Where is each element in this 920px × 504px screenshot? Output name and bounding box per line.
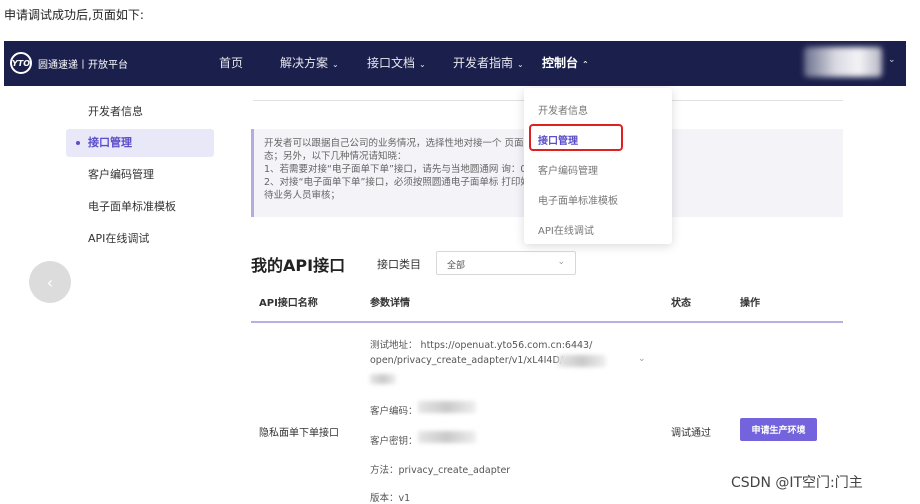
page-title: 我的API接口 xyxy=(251,256,346,275)
customer-secret-label: 客户密钥： xyxy=(370,436,418,447)
caption-text: 申请调试成功后,页面如下: xyxy=(4,8,144,22)
nav-api-docs[interactable]: 接口文档 ⌄ xyxy=(367,54,426,71)
category-label: 接口类目 xyxy=(377,258,421,271)
avatar[interactable] xyxy=(804,47,882,77)
header-params: 参数详情 xyxy=(370,298,410,309)
highlight-box xyxy=(529,124,623,151)
sidebar-item-api-management[interactable]: 接口管理 xyxy=(66,129,214,157)
header-action: 操作 xyxy=(740,298,760,309)
chevron-down-icon: ⌄ xyxy=(557,257,565,267)
logo[interactable]: YTO 圆通速递丨开放平台 xyxy=(10,52,128,74)
dropdown-item-customer-code[interactable]: 客户编码管理 xyxy=(538,162,598,177)
dropdown-item-developer-info[interactable]: 开发者信息 xyxy=(538,102,588,117)
redacted-value xyxy=(370,374,396,384)
nav-solutions[interactable]: 解决方案 ⌄ xyxy=(280,54,339,71)
dropdown-item-api-debug[interactable]: API在线调试 xyxy=(538,222,594,237)
chevron-down-icon[interactable]: ⌄ xyxy=(888,55,896,65)
chevron-down-icon: ⌄ xyxy=(419,60,426,69)
logo-text: 圆通速递丨开放平台 xyxy=(38,59,128,71)
sidebar-item-developer-info[interactable]: 开发者信息 xyxy=(66,98,214,126)
redacted-value xyxy=(558,355,606,367)
table-header-divider xyxy=(251,321,843,323)
nav-dev-guide[interactable]: 开发者指南 ⌄ xyxy=(453,54,524,71)
sidebar-item-customer-code[interactable]: 客户编码管理 xyxy=(66,161,214,189)
watermark: CSDN @IT空门:门主 xyxy=(731,475,863,491)
redacted-value xyxy=(418,401,476,413)
sidebar: 开发者信息 接口管理 客户编码管理 电子面单标准模板 API在线调试 xyxy=(60,86,220,500)
apply-production-button[interactable]: 申请生产环境 xyxy=(740,418,817,441)
chevron-up-icon: ⌃ xyxy=(582,60,589,69)
api-name-cell: 隐私面单下单接口 xyxy=(259,428,339,439)
category-select[interactable]: 全部 ⌄ xyxy=(436,251,576,275)
dropdown-item-waybill-template[interactable]: 电子面单标准模板 xyxy=(538,192,618,207)
nav-console[interactable]: 控制台 ⌃ xyxy=(542,54,589,71)
test-url-path: open/privacy_create_adapter/v1/xL4I4D/ xyxy=(370,355,563,366)
header-api-name: API接口名称 xyxy=(259,298,318,309)
test-url-line: 测试地址： https://openuat.yto56.com.cn:6443/ xyxy=(370,340,593,351)
active-dot-icon xyxy=(76,141,80,145)
category-select-value: 全部 xyxy=(447,261,466,271)
scroll-left-button[interactable]: ‹ xyxy=(29,261,71,303)
console-dropdown-menu: 开发者信息 接口管理 客户编码管理 电子面单标准模板 API在线调试 xyxy=(524,88,672,244)
header-status: 状态 xyxy=(671,298,691,309)
chevron-down-icon: ⌄ xyxy=(517,60,524,69)
status-text: 调试通过 xyxy=(671,428,711,439)
sidebar-item-waybill-template[interactable]: 电子面单标准模板 xyxy=(66,193,214,221)
yto-logo-icon: YTO xyxy=(10,52,32,74)
chevron-down-icon: ⌄ xyxy=(332,60,339,69)
customer-code-label: 客户编码： xyxy=(370,406,418,417)
chevron-left-icon: ‹ xyxy=(46,272,54,292)
version-text: 版本：v1 xyxy=(370,493,411,504)
expand-chevron-icon[interactable]: ⌄ xyxy=(638,354,646,364)
method-text: 方法：privacy_create_adapter xyxy=(370,465,511,476)
top-navbar: YTO 圆通速递丨开放平台 首页 解决方案 ⌄ 接口文档 ⌄ 开发者指南 ⌄ 控制台 ⌃… xyxy=(4,41,906,86)
redacted-value xyxy=(418,431,476,443)
sidebar-item-api-debug[interactable]: API在线调试 xyxy=(66,225,214,253)
nav-home[interactable]: 首页 xyxy=(219,54,243,71)
